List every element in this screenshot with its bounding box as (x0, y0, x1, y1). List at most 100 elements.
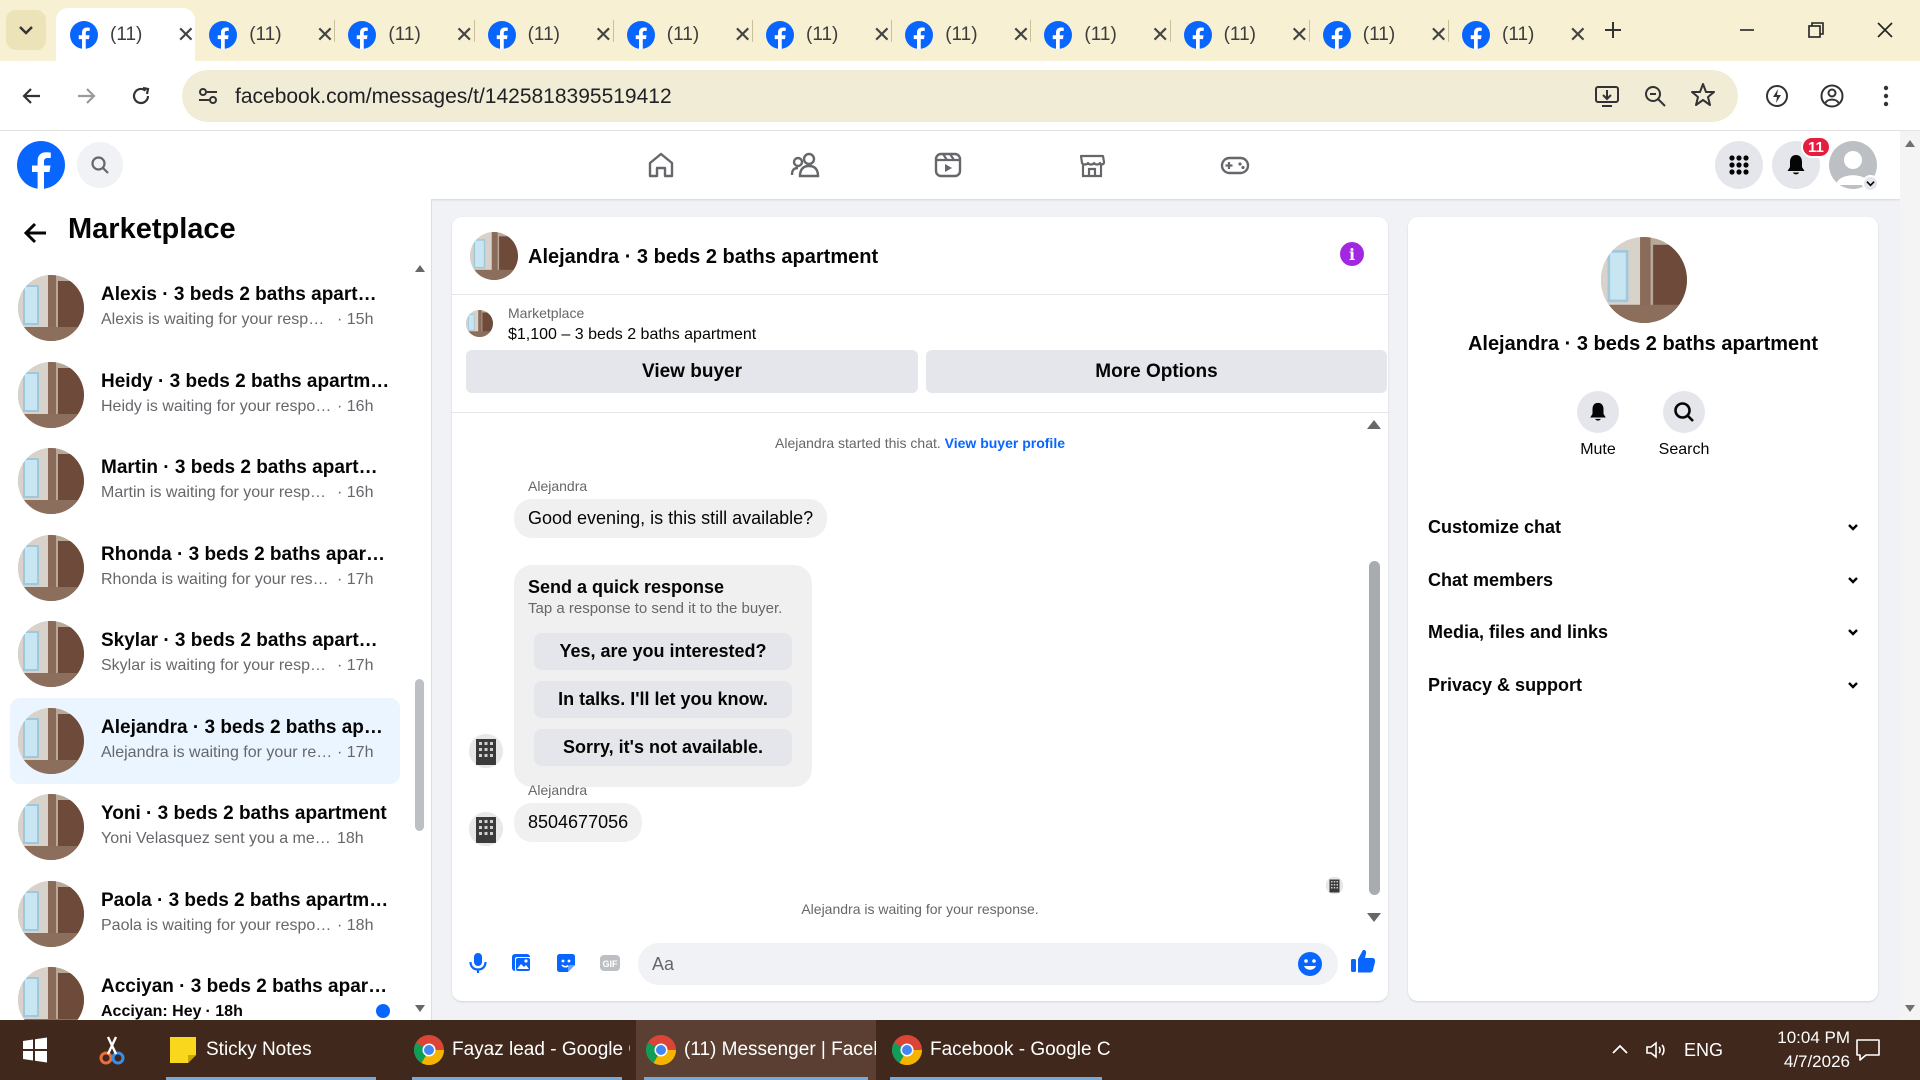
browser-tab[interactable]: (11) ✕ (891, 8, 1030, 61)
conversation-item[interactable]: Alexis · 3 beds 2 baths apartment Alexis … (10, 265, 400, 352)
taskbar-app[interactable]: Facebook - Google Chrome (882, 1020, 1110, 1080)
tab-close-icon[interactable]: ✕ (177, 22, 195, 48)
quick-response-option[interactable]: Yes, are you interested? (534, 633, 792, 670)
address-bar[interactable]: facebook.com/messages/t/1425818395519412 (182, 70, 1738, 122)
restore-button[interactable] (1793, 10, 1839, 50)
browser-tab[interactable]: (11) ✕ (474, 8, 613, 61)
install-app-icon[interactable] (1594, 83, 1620, 109)
attach-photo-button[interactable] (508, 949, 536, 977)
search-action[interactable]: Search (1644, 391, 1724, 459)
quick-response-option[interactable]: Sorry, it's not available. (534, 729, 792, 766)
nav-video[interactable] (930, 147, 966, 183)
conversation-item[interactable]: Heidy · 3 beds 2 baths apartment Heidy is… (10, 352, 400, 439)
facebook-logo[interactable] (17, 141, 65, 189)
tab-close-icon[interactable]: ✕ (455, 22, 473, 48)
browser-tab[interactable]: (11) ✕ (56, 8, 195, 61)
nav-gaming[interactable] (1217, 147, 1253, 183)
mute-button[interactable] (1577, 391, 1619, 433)
browser-tab[interactable]: (11) ✕ (1448, 8, 1587, 61)
tab-close-icon[interactable]: ✕ (1569, 22, 1587, 48)
conversation-item[interactable]: Paola · 3 beds 2 baths apartment Paola is… (10, 871, 400, 958)
tab-close-icon[interactable]: ✕ (1290, 22, 1308, 48)
scroll-down-icon[interactable] (1367, 913, 1381, 923)
menu-button[interactable] (1715, 141, 1763, 189)
bookmark-star-icon[interactable] (1690, 82, 1716, 108)
conversation-info-button[interactable]: i (1340, 242, 1364, 266)
tab-close-icon[interactable]: ✕ (594, 22, 612, 48)
conversation-item[interactable]: Acciyan · 3 beds 2 baths apartment Acciya… (10, 957, 400, 1020)
conversation-item[interactable]: Alejandra · 3 beds 2 baths apartment Alej… (10, 697, 400, 784)
conversation-item[interactable]: Martin · 3 beds 2 baths apartment Martin … (10, 438, 400, 525)
forward-button[interactable] (66, 76, 106, 116)
back-button[interactable] (12, 76, 52, 116)
view-buyer-button[interactable]: View buyer (466, 350, 918, 393)
notification-center-button[interactable] (1854, 1036, 1882, 1064)
scroll-up-icon[interactable] (1367, 419, 1381, 429)
input-language[interactable]: ENG (1684, 1040, 1723, 1061)
performance-button[interactable] (1757, 76, 1797, 116)
conversation-list-scroll-thumb[interactable] (415, 679, 424, 831)
start-button[interactable] (0, 1020, 70, 1080)
tab-search-button[interactable] (6, 10, 46, 50)
message-bubble[interactable]: Good evening, is this still available? (514, 499, 828, 538)
tab-close-icon[interactable]: ✕ (873, 22, 891, 48)
browser-tab[interactable]: (11) ✕ (334, 8, 473, 61)
browser-tab[interactable]: (11) ✕ (1170, 8, 1309, 61)
speaker-icon[interactable] (1644, 1038, 1668, 1062)
voice-clip-button[interactable] (464, 949, 492, 977)
profile-avatar[interactable] (1601, 237, 1687, 323)
browser-menu-button[interactable] (1866, 76, 1906, 116)
sender-avatar[interactable] (469, 734, 503, 768)
gif-button[interactable]: GIF (596, 949, 624, 977)
tab-close-icon[interactable]: ✕ (733, 22, 751, 48)
sender-avatar[interactable] (469, 812, 503, 846)
pinned-app[interactable] (86, 1020, 138, 1080)
profile-name[interactable]: Alejandra · 3 beds 2 baths apartment (1408, 333, 1878, 356)
nav-friends[interactable] (787, 147, 823, 183)
back-to-chats-button[interactable] (22, 219, 50, 247)
listing-thumbnail[interactable] (466, 310, 493, 337)
page-scrollbar[interactable] (1900, 131, 1920, 1020)
taskbar-app[interactable]: Sticky Notes (158, 1020, 384, 1080)
conversation-item[interactable]: Rhonda · 3 beds 2 baths apartment Rhonda … (10, 525, 400, 612)
message-input[interactable] (638, 943, 1338, 985)
message-thread-scroll-thumb[interactable] (1369, 561, 1380, 895)
browser-tab[interactable]: (11) ✕ (195, 8, 334, 61)
account-chevron[interactable] (1862, 175, 1879, 192)
media-files-links-section[interactable]: Media, files and links (1428, 612, 1860, 652)
profile-button[interactable] (1812, 76, 1852, 116)
chat-members-section[interactable]: Chat members (1428, 560, 1860, 600)
browser-tab[interactable]: (11) ✕ (752, 8, 891, 61)
chevron-up-icon[interactable] (1610, 1040, 1630, 1060)
privacy-support-section[interactable]: Privacy & support (1428, 665, 1860, 705)
browser-tab[interactable]: (11) ✕ (1309, 8, 1448, 61)
tab-close-icon[interactable]: ✕ (1012, 22, 1030, 48)
quick-response-option[interactable]: In talks. I'll let you know. (534, 681, 792, 718)
message-bubble[interactable]: 8504677056 (514, 803, 643, 842)
taskbar-app[interactable]: Fayaz lead - Google Chrome (404, 1020, 630, 1080)
conversation-list-scrollbar[interactable] (412, 259, 428, 1019)
site-info-icon[interactable] (196, 84, 220, 108)
search-in-conversation-button[interactable] (1663, 391, 1705, 433)
taskbar-app[interactable]: (11) Messenger | Facebook - Google Chrom… (636, 1020, 876, 1080)
tab-close-icon[interactable]: ✕ (1151, 22, 1169, 48)
customize-chat-section[interactable]: Customize chat (1428, 507, 1860, 547)
conversation-item[interactable]: Yoni · 3 beds 2 baths apartment Yoni Vela… (10, 784, 400, 871)
clock[interactable]: 10:04 PM 4/7/2026 (1740, 1026, 1850, 1074)
minimize-button[interactable] (1724, 10, 1770, 50)
zoom-icon[interactable] (1642, 83, 1668, 109)
browser-tab[interactable]: (11) ✕ (613, 8, 752, 61)
chat-avatar[interactable] (470, 232, 518, 280)
view-buyer-profile-link[interactable]: View buyer profile (945, 435, 1065, 451)
conversation-item[interactable]: Skylar · 3 beds 2 baths apartment Skylar … (10, 611, 400, 698)
nav-home[interactable] (643, 147, 679, 183)
listing-title[interactable]: $1,100 – 3 beds 2 baths apartment (508, 326, 756, 344)
new-tab-button[interactable] (1595, 12, 1631, 48)
more-options-button[interactable]: More Options (926, 350, 1387, 393)
tab-close-icon[interactable]: ✕ (316, 22, 334, 48)
chat-title[interactable]: Alejandra · 3 beds 2 baths apartment (528, 246, 878, 269)
mute-action[interactable]: Mute (1558, 391, 1638, 459)
browser-tab[interactable]: (11) ✕ (1030, 8, 1169, 61)
sticker-button[interactable] (552, 949, 580, 977)
emoji-button[interactable] (1297, 951, 1323, 977)
